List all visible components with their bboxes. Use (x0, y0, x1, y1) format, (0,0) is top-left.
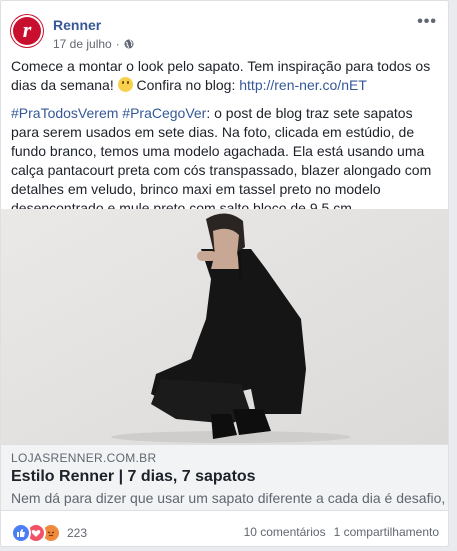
page-avatar[interactable]: r (11, 15, 43, 47)
link-title[interactable]: Estilo Renner | 7 dias, 7 sapatos (11, 468, 256, 486)
page-name-link[interactable]: Renner (53, 17, 101, 33)
post-paragraph-1: Comece a montar o look pelo sapato. Tem … (11, 57, 441, 95)
link-preview[interactable]: LOJASRENNER.COM.BR Estilo Renner | 7 dia… (1, 444, 449, 511)
post-stats: 10 comentários 1 compartilhamento (244, 525, 439, 539)
smile-emoji-icon (117, 77, 133, 92)
post-paragraph-2: #PraTodosVerem #PraCegoVer: o post de bl… (11, 104, 441, 218)
hashtags-link[interactable]: #PraTodosVerem #PraCegoVer (11, 105, 206, 121)
post-meta: 17 de julho · (53, 37, 134, 51)
reaction-count: 223 (67, 526, 88, 540)
reactions-summary[interactable]: 223 (11, 523, 87, 543)
comments-count-link[interactable]: 10 comentários (244, 525, 326, 539)
post-text-2: : o post de blog traz sete sapatos para … (11, 105, 432, 216)
more-options-icon[interactable]: ••• (417, 13, 437, 31)
post-date[interactable]: 17 de julho (53, 37, 112, 51)
link-description: Nem dá para dizer que usar um sapato dif… (11, 490, 449, 506)
post-footer: 223 10 comentários 1 compartilhamento (11, 519, 441, 543)
model-photo-illustration (1, 209, 448, 444)
date-separator: · (115, 37, 120, 51)
post-photo[interactable] (1, 209, 448, 444)
post-text-1b: Confira no blog: (136, 77, 236, 93)
blog-link[interactable]: http://ren-ner.co/nET (239, 77, 367, 93)
globe-icon (124, 39, 134, 49)
post-text: Comece a montar o look pelo sapato. Tem … (11, 57, 441, 227)
post-card: r Renner 17 de julho · ••• Comece a mont… (0, 0, 449, 547)
like-reaction-icon (11, 523, 31, 543)
post-header: r Renner 17 de julho · ••• (11, 11, 441, 55)
link-domain: LOJASRENNER.COM.BR (11, 451, 157, 465)
avatar-letter: r (22, 17, 32, 42)
shares-count-link[interactable]: 1 compartilhamento (334, 525, 439, 539)
